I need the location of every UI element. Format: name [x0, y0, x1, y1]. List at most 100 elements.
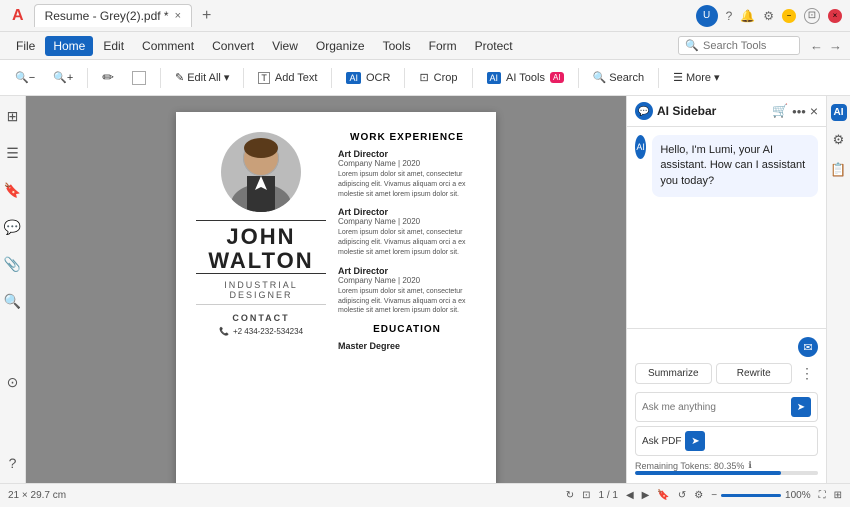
menu-lines-icon: ☰ — [673, 71, 683, 84]
ai-close-button[interactable]: × — [810, 103, 818, 119]
pdf-job-company-1: Company Name | 2020 — [338, 159, 476, 168]
phone-icon: 📞 — [219, 327, 229, 336]
minimize-button[interactable]: − — [782, 9, 796, 23]
sidebar-icon-search[interactable]: 🔍 — [0, 289, 25, 314]
fit-page-icon[interactable]: ⊡ — [582, 490, 590, 501]
menu-home[interactable]: Home — [45, 36, 93, 56]
bookmark-status-icon[interactable]: 🔖 — [657, 490, 669, 501]
pdf-job-2: Art Director Company Name | 2020 Lorem i… — [338, 207, 476, 257]
ai-send-floating-icon[interactable]: ✉ — [798, 337, 818, 357]
ai-sidebar-body: AI Hello, I'm Lumi, your AI assistant. H… — [627, 127, 826, 328]
ai-send-button[interactable]: ➤ — [791, 397, 811, 417]
separator-1 — [87, 68, 88, 88]
person-silhouette — [221, 132, 301, 212]
sidebar-icon-grid[interactable]: ⊞ — [3, 104, 23, 129]
more-dropdown-icon: ▾ — [714, 71, 720, 84]
pdf-job-desc-1: Lorem ipsum dolor sit amet, consectetur … — [338, 170, 476, 199]
right-icon-bar: AI ⚙ 📋 — [826, 96, 850, 483]
sidebar-icon-attachments[interactable]: 📎 — [0, 252, 25, 277]
add-tab-button[interactable]: + — [198, 7, 215, 25]
more-button[interactable]: ☰ More ▾ — [666, 68, 726, 87]
close-window-button[interactable]: × — [828, 9, 842, 23]
search-icon: 🔍 — [685, 39, 699, 52]
pdf-left-gray — [106, 112, 176, 483]
pdf-right-gray — [496, 112, 546, 483]
sidebar-icon-help[interactable]: ? — [5, 451, 21, 475]
lumi-avatar: AI — [635, 135, 646, 159]
menu-file[interactable]: File — [8, 36, 43, 56]
fullscreen-icon[interactable]: ⛶ — [819, 490, 826, 501]
search-tools-box[interactable]: 🔍 — [678, 36, 800, 55]
right-icon-settings[interactable]: ⚙ — [830, 129, 848, 151]
edit-dropdown-icon: ▾ — [224, 71, 230, 84]
pdf-work-experience-title: WORK EXPERIENCE — [338, 132, 476, 143]
menu-comment[interactable]: Comment — [134, 36, 202, 56]
summarize-button[interactable]: Summarize — [635, 363, 712, 384]
separator-8 — [658, 68, 659, 88]
toolbar: 🔍− 🔍+ ✏ ✎ Edit All ▾ T Add Text AI OCR ⊡… — [0, 60, 850, 96]
edit-all-button[interactable]: ✎ Edit All ▾ — [168, 68, 236, 87]
ai-tokens-row: Remaining Tokens: 80.35% ℹ — [635, 460, 818, 471]
main-layout: ⊞ ☰ 🔖 💬 📎 🔍 ⊙ ? — [0, 96, 850, 483]
ai-greeting-section: AI Hello, I'm Lumi, your AI assistant. H… — [635, 135, 818, 205]
pdf-job-title-1: Art Director — [338, 149, 476, 159]
ai-tools-button[interactable]: AI AI Tools AI — [480, 69, 571, 87]
pdf-name: JOHNWALTON — [208, 225, 313, 273]
ai-sidebar-title: AI Sidebar — [657, 104, 768, 118]
highlight-button[interactable]: ✏ — [95, 66, 121, 89]
edit-icon: ✎ — [175, 71, 184, 84]
expand-icon[interactable]: ⊞ — [834, 490, 842, 501]
pdf-job-title: INDUSTRIAL DESIGNER — [196, 280, 326, 300]
zoom-out-status[interactable]: − — [711, 490, 717, 501]
ai-cart-icon[interactable]: 🛒 — [772, 103, 788, 119]
active-tab[interactable]: Resume - Grey(2).pdf * × — [34, 4, 192, 27]
zoom-in-button[interactable]: 🔍+ — [46, 68, 80, 87]
pdf-job-title-3: Art Director — [338, 266, 476, 276]
menu-convert[interactable]: Convert — [204, 36, 262, 56]
ai-action-buttons: Summarize Rewrite ⋮ — [635, 363, 818, 384]
rotate-icon[interactable]: ↻ — [566, 490, 574, 501]
pdf-job-title-2: Art Director — [338, 207, 476, 217]
pdf-viewer: JOHNWALTON INDUSTRIAL DESIGNER CONTACT 📞… — [26, 96, 626, 483]
pdf-contact-label: CONTACT — [232, 313, 289, 323]
next-page-icon[interactable]: ▶ — [642, 490, 650, 501]
zoom-out-button[interactable]: 🔍− — [8, 68, 42, 87]
right-icon-ai[interactable]: AI — [831, 104, 847, 121]
crop-button[interactable]: ⊡ Crop — [412, 68, 464, 87]
rewrite-button[interactable]: Rewrite — [716, 363, 793, 384]
nav-forward-icon[interactable]: → — [829, 38, 842, 53]
settings-status-icon[interactable]: ⚙ — [694, 490, 703, 501]
menu-form[interactable]: Form — [421, 36, 465, 56]
rotate-cw-icon[interactable]: ↺ — [678, 490, 686, 501]
ask-pdf-send-button[interactable]: ➤ — [685, 431, 705, 451]
ai-token-bar — [635, 471, 818, 475]
ai-input-row: ➤ — [635, 392, 818, 422]
menu-protect[interactable]: Protect — [467, 36, 521, 56]
menu-edit[interactable]: Edit — [95, 36, 132, 56]
ocr-button[interactable]: AI OCR — [339, 69, 397, 87]
sidebar-icon-layers[interactable]: ⊙ — [3, 370, 23, 395]
add-text-button[interactable]: T Add Text — [251, 69, 324, 87]
ai-options-icon[interactable]: ••• — [792, 104, 806, 119]
pdf-phone: +2 434-232-534234 — [233, 327, 303, 336]
window-nav-actions: ← → — [810, 38, 842, 53]
ai-ask-input[interactable] — [642, 402, 787, 413]
zoom-slider[interactable] — [721, 494, 781, 497]
menu-tools[interactable]: Tools — [375, 36, 419, 56]
close-tab-button[interactable]: × — [175, 10, 181, 22]
restore-button[interactable]: ⊡ — [804, 8, 820, 24]
page-info: 1 / 1 — [599, 490, 618, 501]
search-tools-input[interactable] — [703, 40, 793, 52]
menu-view[interactable]: View — [264, 36, 306, 56]
sidebar-icon-comments[interactable]: 💬 — [0, 215, 25, 240]
separator-3 — [243, 68, 244, 88]
search-button[interactable]: 🔍 Search — [586, 68, 652, 87]
sidebar-icon-thumbnails[interactable]: ☰ — [2, 141, 23, 166]
prev-page-icon[interactable]: ◀ — [626, 490, 634, 501]
ai-more-options-button[interactable]: ⋮ — [796, 363, 818, 384]
right-icon-extra[interactable]: 📋 — [827, 159, 849, 181]
nav-back-icon[interactable]: ← — [810, 38, 823, 53]
sidebar-icon-bookmarks[interactable]: 🔖 — [0, 178, 25, 203]
annotation-button[interactable] — [125, 68, 153, 88]
menu-organize[interactable]: Organize — [308, 36, 373, 56]
